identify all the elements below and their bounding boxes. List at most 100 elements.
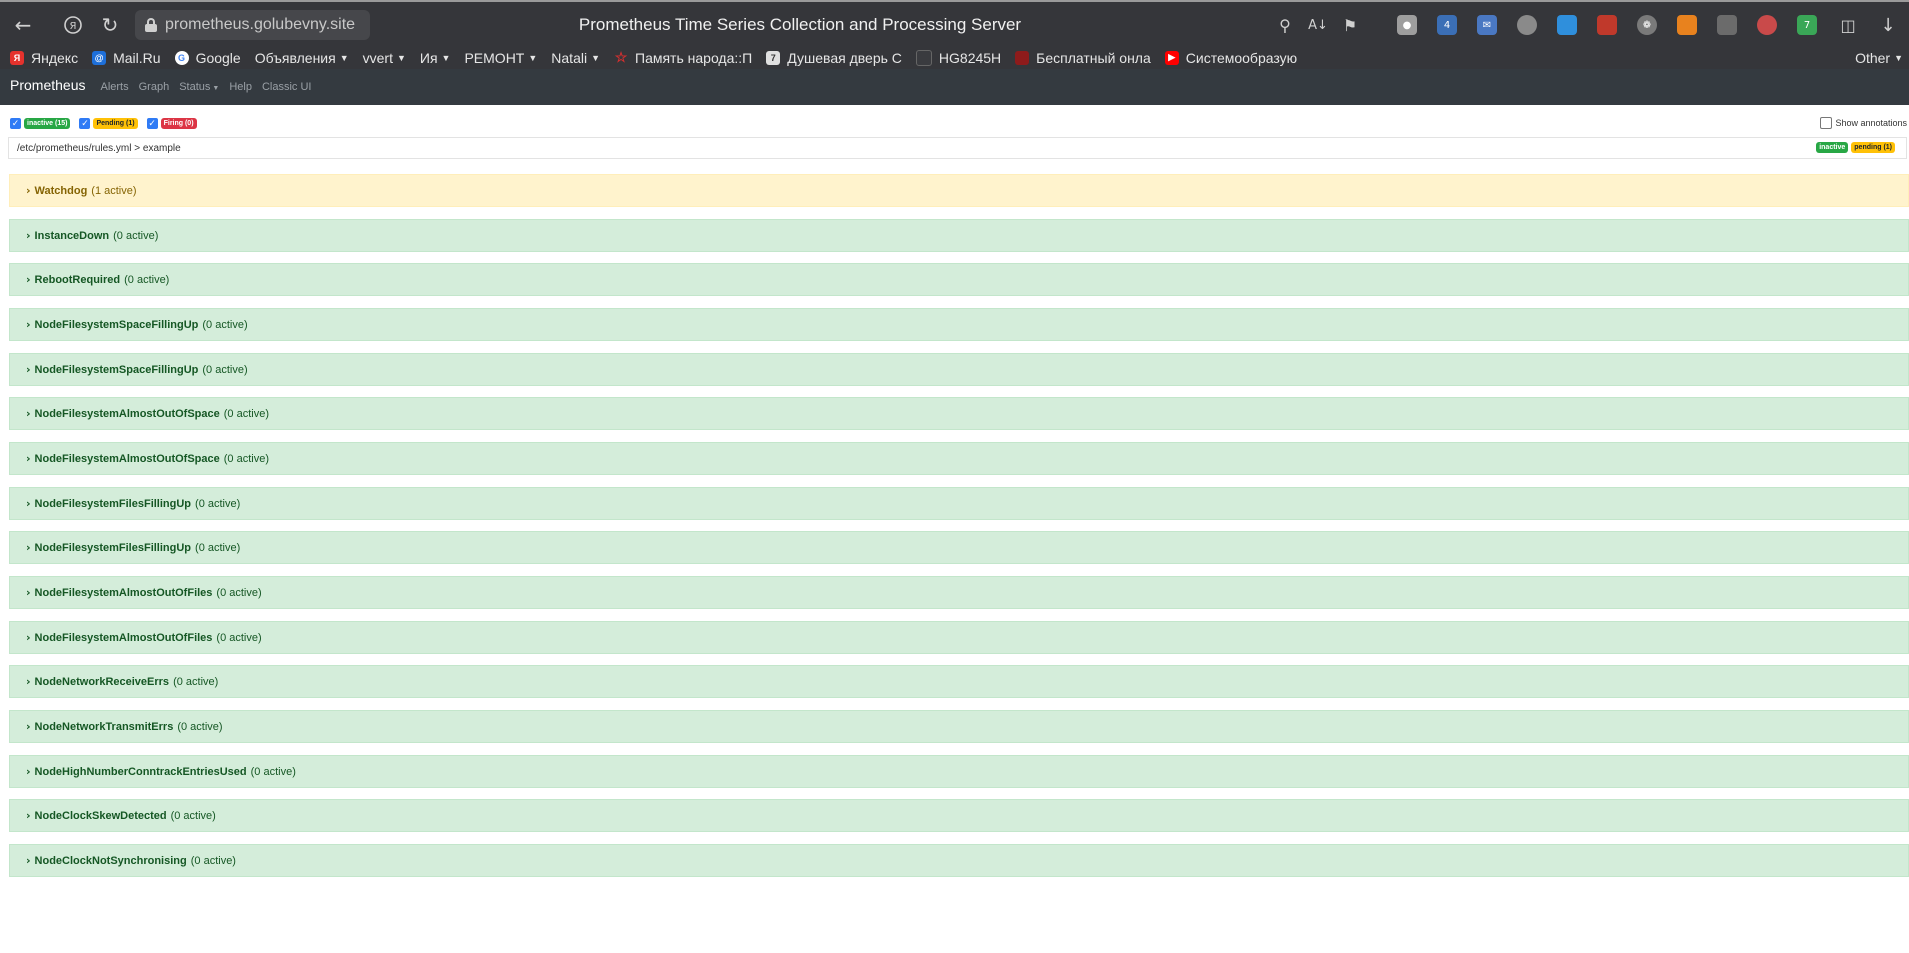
extension-icon[interactable] — [1517, 15, 1537, 35]
alerts-page: ✓ inactive (15) ✓ Pending (1) ✓ Firing (… — [0, 105, 1909, 953]
sidebar-icon[interactable]: ◫ — [1833, 2, 1863, 48]
shield-icon[interactable]: 7 — [1797, 15, 1817, 35]
alert-rule-name: NodeFilesystemSpaceFillingUp — [34, 318, 199, 331]
alert-rule-name: NodeHighNumberConntrackEntriesUsed — [34, 765, 247, 778]
nav-alerts[interactable]: Alerts — [100, 81, 128, 93]
alert-rule-row[interactable]: › Watchdog (1 active) — [9, 174, 1909, 207]
nav-classic-ui[interactable]: Classic UI — [262, 81, 312, 93]
alert-rule-row[interactable]: › NodeNetworkReceiveErrs (0 active) — [9, 665, 1909, 698]
show-annotations-checkbox[interactable] — [1820, 117, 1833, 129]
alert-rule-count: (0 active) — [190, 854, 236, 867]
alert-rule-count: (0 active) — [216, 586, 262, 599]
lock-icon — [145, 18, 157, 32]
alert-rule-name: InstanceDown — [34, 229, 110, 242]
alert-rule-count: (0 active) — [216, 631, 262, 644]
firing-checkbox[interactable]: ✓ — [146, 118, 158, 129]
chevron-right-icon: › — [26, 854, 31, 867]
download-icon[interactable]: ↓ — [1873, 2, 1903, 48]
pending-checkbox[interactable]: ✓ — [79, 118, 91, 129]
alert-rule-name: NodeClockNotSynchronising — [34, 854, 187, 867]
bookmark-besplatny-onlain[interactable]: Бесплатный онла — [1015, 50, 1151, 66]
alert-rule-row[interactable]: › NodeHighNumberConntrackEntriesUsed (0 ac… — [9, 755, 1909, 788]
alert-rule-row[interactable]: › NodeClockSkewDetected (0 active) — [9, 799, 1909, 832]
nav-status[interactable]: Status ▼ — [179, 81, 219, 93]
bookmark-label: Память народа::П — [635, 49, 753, 66]
rule-group-path: /etc/prometheus/rules.yml > example — [17, 142, 181, 154]
bookmark-mailru[interactable]: @ Mail.Ru — [92, 50, 161, 66]
bookmark-label: Бесплатный онла — [1036, 49, 1151, 66]
alert-rule-row[interactable]: › NodeFilesystemAlmostOutOfFiles (0 active… — [9, 576, 1909, 609]
chevron-right-icon: › — [26, 809, 31, 822]
chevron-right-icon: › — [26, 229, 31, 242]
film-reel-icon[interactable]: ❁ — [1637, 15, 1657, 35]
translate-icon[interactable]: A↓ — [1303, 2, 1333, 48]
alert-rule-row[interactable]: › InstanceDown (0 active) — [9, 219, 1909, 252]
alert-rule-row[interactable]: › NodeFilesystemAlmostOutOfSpace (0 active… — [9, 397, 1909, 430]
bookmark-folder-natali[interactable]: Natali ▼ — [551, 50, 600, 66]
browser-toolbar: ← Я ↻ prometheus.golubevny.site Promethe… — [0, 0, 1909, 46]
extension-icon[interactable]: ● — [1397, 15, 1417, 35]
chevron-right-icon: › — [26, 765, 31, 778]
bookmark-pamyat-naroda[interactable]: ☆ Память народа::П — [614, 49, 753, 66]
alert-rule-row[interactable]: › NodeFilesystemFilesFillingUp (0 active) — [9, 487, 1909, 520]
caret-down-icon: ▼ — [1894, 52, 1903, 63]
prometheus-navbar: Prometheus Alerts Graph Status ▼ Help Cla… — [0, 69, 1909, 105]
reload-icon[interactable]: ↻ — [95, 2, 125, 48]
extension-icon[interactable] — [1717, 15, 1737, 35]
globe-icon[interactable] — [1757, 15, 1777, 35]
metamask-icon[interactable] — [1677, 15, 1697, 35]
extension-icon[interactable] — [1557, 15, 1577, 35]
alert-rule-name: NodeFilesystemAlmostOutOfSpace — [34, 407, 220, 420]
mail-icon[interactable]: ✉ — [1477, 15, 1497, 35]
bookmark-label: Google — [195, 49, 241, 66]
alert-rule-name: NodeFilesystemAlmostOutOfSpace — [34, 452, 220, 465]
chevron-right-icon: › — [26, 631, 31, 644]
bookmark-google[interactable]: G Google — [174, 49, 241, 66]
alert-rule-count: (0 active) — [223, 407, 270, 420]
alert-rule-row[interactable]: › NodeFilesystemFilesFillingUp (0 active) — [9, 531, 1909, 564]
nav-help[interactable]: Help — [229, 81, 252, 93]
address-bar[interactable]: prometheus.golubevny.site — [135, 10, 370, 40]
bookmark-hg8245h[interactable]: HG8245H — [915, 49, 1001, 66]
alert-rule-row[interactable]: › NodeFilesystemAlmostOutOfFiles (0 active… — [9, 621, 1909, 654]
show-annotations-toggle[interactable]: Show annotations — [1820, 117, 1907, 129]
alert-rule-row[interactable]: › NodeClockNotSynchronising (0 active) — [9, 844, 1909, 877]
alert-rule-row[interactable]: › NodeFilesystemSpaceFillingUp (0 active) — [9, 353, 1909, 386]
firing-filter-badge: Firing (0) — [160, 118, 197, 129]
bookmark-icon[interactable]: ⚑ — [1335, 2, 1365, 48]
extension-icon[interactable] — [1597, 15, 1617, 35]
alert-rule-count: (0 active) — [250, 765, 296, 778]
bookmark-yandex[interactable]: Я Яндекс — [10, 50, 78, 66]
alert-rule-row[interactable]: › NodeNetworkTransmitErrs (0 active) — [9, 710, 1909, 743]
chevron-right-icon: › — [26, 452, 31, 465]
alert-rule-count: (0 active) — [202, 363, 248, 376]
caret-down-icon: ▼ — [441, 52, 451, 63]
chevron-right-icon: › — [26, 497, 31, 510]
bookmark-sistemoobrazuyu[interactable]: ▶ Системообразую — [1164, 49, 1298, 66]
alert-rule-row[interactable]: › NodeFilesystemSpaceFillingUp (0 active) — [9, 308, 1909, 341]
caret-down-icon: ▼ — [339, 52, 349, 63]
chevron-right-icon: › — [26, 184, 31, 197]
bookmark-dushevaya-dver[interactable]: 7 Душевая дверь С — [766, 50, 902, 66]
bookmark-folder-iya[interactable]: Ия ▼ — [420, 50, 451, 66]
bookmark-label: Системообразую — [1185, 49, 1298, 66]
yandex-home-icon[interactable]: Я — [58, 2, 88, 48]
search-page-icon[interactable]: ⚲ — [1270, 2, 1300, 48]
inactive-checkbox[interactable]: ✓ — [10, 118, 21, 129]
bookmarks-bar: Я Яндекс @ Mail.Ru G Google Объявления ▼ vve… — [0, 46, 1909, 69]
alert-rule-row[interactable]: › NodeFilesystemAlmostOutOfSpace (0 active… — [9, 442, 1909, 475]
extension-mail-badge-icon[interactable]: 4 — [1437, 15, 1457, 35]
brand-link[interactable]: Prometheus — [10, 77, 85, 93]
chevron-right-icon: › — [26, 541, 31, 554]
nav-graph[interactable]: Graph — [139, 81, 170, 93]
alert-rule-row[interactable]: › RebootRequired (0 active) — [9, 263, 1909, 296]
other-label: Other — [1855, 49, 1891, 66]
bookmark-folder-remont[interactable]: РЕМОНТ ▼ — [464, 50, 537, 66]
bookmarks-other[interactable]: Other ▼ — [1855, 46, 1903, 69]
google-icon: G — [174, 50, 189, 65]
alert-rule-count: (0 active) — [113, 229, 159, 242]
bookmark-folder-vvert[interactable]: vvert ▼ — [363, 50, 406, 66]
chevron-right-icon: › — [26, 273, 31, 286]
bookmark-folder-obyavleniya[interactable]: Объявления ▼ — [255, 50, 349, 66]
back-arrow-icon[interactable]: ← — [8, 2, 38, 48]
